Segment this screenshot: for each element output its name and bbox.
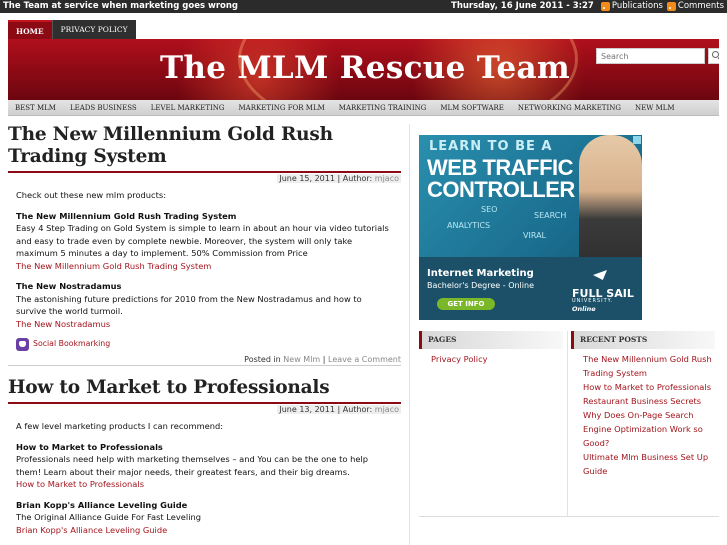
post-footer: Posted in New Mlm | Leave a Comment xyxy=(8,355,401,366)
advertisement-banner[interactable]: LEARN TO BE A WEB TRAFFIC CONTROLLER SEO… xyxy=(419,135,642,320)
post: The New Millennium Gold Rush Trading Sys… xyxy=(8,124,401,366)
divider xyxy=(419,516,719,517)
site-title[interactable]: The MLM Rescue Team xyxy=(160,50,570,86)
main-content: The New Millennium Gold Rush Trading Sys… xyxy=(8,124,401,545)
page-link[interactable]: Privacy Policy xyxy=(431,352,561,366)
ad-word: SEO xyxy=(481,205,498,214)
post: How to Market to Professionals June 13, … xyxy=(8,377,401,536)
current-date: Thursday, 16 June 2011 - 3:27 xyxy=(451,1,594,11)
product-description: The astonishing future predictions for 2… xyxy=(16,293,362,317)
recent-posts-widget-title: RECENT POSTS xyxy=(571,331,715,349)
product-description: The Original Alliance Guide For Fast Lev… xyxy=(16,512,202,522)
post-author[interactable]: mjaco xyxy=(375,174,399,183)
ad-program: Internet Marketing xyxy=(427,268,534,279)
category-mlm-software[interactable]: MLM SOFTWARE xyxy=(433,100,511,116)
product-heading: Brian Kopp's Alliance Leveling Guide xyxy=(16,499,188,510)
nav-privacy-policy[interactable]: PRIVACY POLICY xyxy=(51,20,136,39)
publications-label: Publications xyxy=(611,1,663,11)
product-description: Easy 4 Step Trading on Gold System is si… xyxy=(16,223,389,258)
recent-posts-list: The New Millennium Gold Rush Trading Sys… xyxy=(583,352,717,478)
recent-post-link[interactable]: Restaurant Business Secrets xyxy=(583,394,717,408)
page-nav: HOME PRIVACY POLICY xyxy=(8,20,136,39)
category-marketing-for-mlm[interactable]: MARKETING FOR MLM xyxy=(231,100,331,116)
post-author[interactable]: mjaco xyxy=(375,405,399,414)
social-bookmarking[interactable]: Social Bookmarking xyxy=(16,338,393,351)
search-input[interactable] xyxy=(596,48,705,64)
category-new-mlm[interactable]: NEW MLM xyxy=(628,100,682,116)
ad-degree: Bachelor's Degree - Online xyxy=(427,281,534,290)
post-title[interactable]: The New Millennium Gold Rush Trading Sys… xyxy=(8,124,401,168)
ad-school-sub: UNIVERSITY. xyxy=(572,298,614,304)
category-networking-marketing[interactable]: NETWORKING MARKETING xyxy=(511,100,628,116)
ad-school-online: Online xyxy=(572,305,596,313)
ad-word: SEARCH xyxy=(534,211,567,220)
publications-feed-link[interactable]: Publications xyxy=(600,1,663,11)
ad-word: VIRAL xyxy=(523,231,546,240)
leave-comment-link[interactable]: Leave a Comment xyxy=(328,355,401,364)
ad-get-info-button[interactable]: GET INFO xyxy=(437,298,495,310)
pages-list: Privacy Policy xyxy=(431,352,561,366)
ad-choices-icon[interactable] xyxy=(633,136,641,144)
post-title[interactable]: How to Market to Professionals xyxy=(8,377,401,399)
ad-line-3: CONTROLLER xyxy=(427,177,575,202)
category-marketing-training[interactable]: MARKETING TRAINING xyxy=(332,100,434,116)
divider xyxy=(8,402,401,404)
category-nav: BEST MLM LEADS BUSINESS LEVEL MARKETING … xyxy=(8,100,719,116)
divider xyxy=(8,171,401,173)
post-intro: A few level marketing products I can rec… xyxy=(16,421,224,431)
bookmark-icon xyxy=(16,338,29,351)
ad-photo xyxy=(579,135,642,275)
site-tagline: The Team at service when marketing goes … xyxy=(3,1,239,11)
product-link[interactable]: The New Millennium Gold Rush Trading Sys… xyxy=(16,261,211,271)
recent-post-link[interactable]: The New Millennium Gold Rush Trading Sys… xyxy=(583,352,717,380)
site-header: The MLM Rescue Team xyxy=(8,39,719,100)
post-intro: Check out these new mlm products: xyxy=(16,190,166,200)
pages-widget-title: PAGES xyxy=(419,331,563,349)
post-category-link[interactable]: New Mlm xyxy=(283,355,320,364)
product-heading: How to Market to Professionals xyxy=(16,441,163,452)
product-link[interactable]: Brian Kopp's Alliance Leveling Guide xyxy=(16,525,167,535)
category-best-mlm[interactable]: BEST MLM xyxy=(8,100,63,116)
top-bar: The Team at service when marketing goes … xyxy=(0,0,727,13)
ad-line-1: LEARN TO BE A xyxy=(429,139,553,154)
category-leads-business[interactable]: LEADS BUSINESS xyxy=(63,100,144,116)
nav-home[interactable]: HOME xyxy=(8,20,52,39)
recent-post-link[interactable]: Ultimate Mlm Business Set Up Guide xyxy=(583,450,717,478)
category-level-marketing[interactable]: LEVEL MARKETING xyxy=(144,100,232,116)
product-heading: The New Nostradamus xyxy=(16,281,122,291)
post-date: June 13, 2011 xyxy=(279,405,335,414)
product-link[interactable]: The New Nostradamus xyxy=(16,319,110,329)
product-link[interactable]: How to Market to Professionals xyxy=(16,479,144,489)
product-description: Professionals need help with marketing t… xyxy=(16,454,369,477)
ad-word: ANALYTICS xyxy=(447,221,491,230)
post-date: June 15, 2011 xyxy=(279,174,335,183)
post-body: Check out these new mlm products: The Ne… xyxy=(8,189,401,351)
post-body: A few level marketing products I can rec… xyxy=(8,420,401,536)
recent-post-link[interactable]: How to Market to Professionals xyxy=(583,380,717,394)
comments-label: Comments xyxy=(677,1,724,11)
post-meta: June 15, 2011 | Author: mjaco xyxy=(277,174,401,183)
search-button[interactable] xyxy=(708,48,719,64)
product-heading: The New Millennium Gold Rush Trading Sys… xyxy=(16,210,237,221)
rss-icon xyxy=(600,1,610,11)
social-bookmarking-label: Social Bookmarking xyxy=(33,339,111,349)
rss-icon xyxy=(666,1,676,11)
recent-post-link[interactable]: Why Does On-Page Search Engine Optimizat… xyxy=(583,408,717,450)
column-divider xyxy=(567,331,568,516)
comments-feed-link[interactable]: Comments xyxy=(666,1,724,11)
post-meta: June 13, 2011 | Author: mjaco xyxy=(277,405,401,414)
column-divider xyxy=(409,124,410,545)
